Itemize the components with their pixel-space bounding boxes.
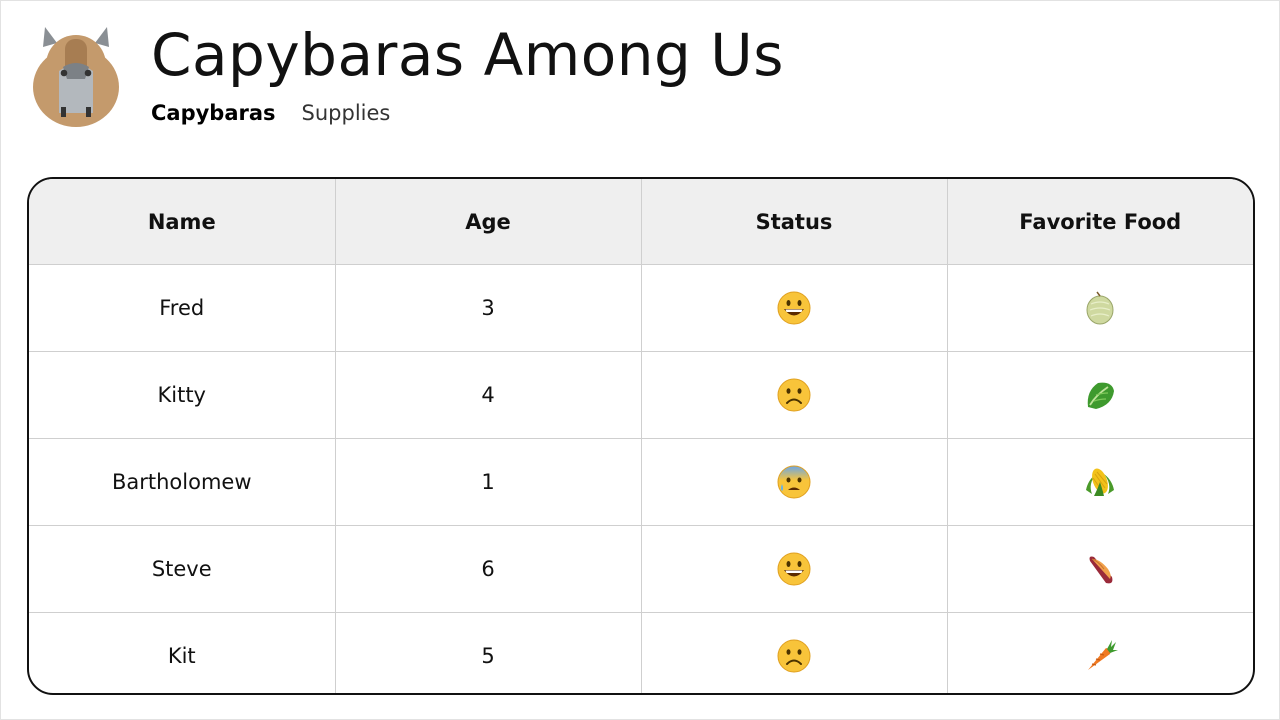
column-header-age: Age <box>335 179 642 265</box>
cell-status <box>641 525 948 613</box>
cell-age: 5 <box>335 612 642 693</box>
cell-age: 4 <box>335 351 642 439</box>
cell-age: 6 <box>335 525 642 613</box>
sweet-potato-icon <box>1089 556 1113 584</box>
cell-favorite-food <box>947 351 1253 439</box>
frowning-face-icon <box>777 378 811 412</box>
grinning-face-icon <box>777 552 811 586</box>
column-header-favorite-food: Favorite Food <box>947 179 1253 265</box>
nav-item-capybaras[interactable]: Capybaras <box>151 99 276 127</box>
cell-status <box>641 612 948 693</box>
carrot-icon <box>1087 640 1119 671</box>
cell-favorite-food <box>947 613 1253 694</box>
cell-name: Steve <box>29 525 336 613</box>
column-header-status: Status <box>641 179 948 265</box>
table-row: Fred 3 <box>29 264 1253 352</box>
capybara-table: Name Age Status Favorite Food Fred 3 Kit… <box>27 177 1255 695</box>
column-header-name: Name <box>29 179 336 265</box>
cell-age: 1 <box>335 438 642 526</box>
cell-status <box>641 351 948 439</box>
corn-icon <box>1086 468 1115 496</box>
table-row: Kit 5 <box>29 612 1253 694</box>
grinning-face-icon <box>777 291 811 325</box>
cell-favorite-food <box>947 525 1253 613</box>
main-nav: Capybaras Supplies <box>151 99 390 127</box>
cell-favorite-food <box>947 264 1253 352</box>
cell-name: Bartholomew <box>29 438 336 526</box>
cell-age: 3 <box>335 264 642 352</box>
cell-status <box>641 264 948 352</box>
cell-name: Kit <box>29 612 336 693</box>
cell-name: Fred <box>29 264 336 352</box>
cell-name: Kitty <box>29 351 336 439</box>
frowning-face-icon <box>777 639 811 673</box>
anxious-sweat-face-icon <box>777 465 811 499</box>
cell-status <box>641 438 948 526</box>
table-header-row: Name Age Status Favorite Food <box>29 179 1253 265</box>
capybara-logo-icon <box>33 25 119 127</box>
page-title: Capybaras Among Us <box>151 21 784 89</box>
nav-item-supplies[interactable]: Supplies <box>302 99 391 127</box>
table-row: Kitty 4 <box>29 351 1253 439</box>
cell-favorite-food <box>947 438 1253 526</box>
leafy-green-icon <box>1087 382 1115 409</box>
table-row: Steve 6 <box>29 525 1253 613</box>
melon-icon <box>1086 291 1114 325</box>
table-row: Bartholomew 1 <box>29 438 1253 526</box>
